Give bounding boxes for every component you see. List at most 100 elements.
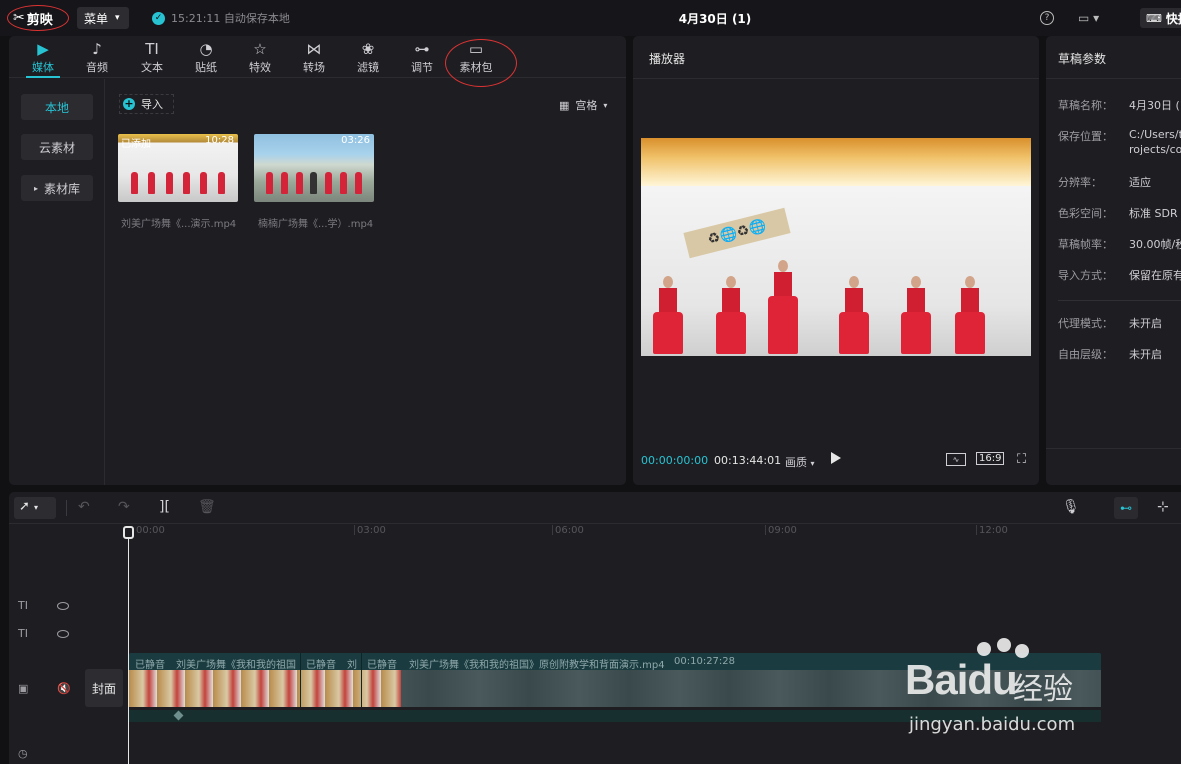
playhead-handle[interactable] (123, 526, 134, 539)
tab-effects[interactable]: ☆ 特效 (233, 39, 287, 77)
baidu-watermark: Baidu 经验 jingyan.baidu.com (905, 638, 1125, 748)
media-panel: ▶ 媒体 ♪ 音频 TI 文本 ◔ 贴纸 ☆ 特效 ⋈ 转场 ❀ 滤镜 ⊶ 调节 ▭ 素材包 本地… (9, 36, 626, 485)
mute-icon[interactable]: 🔇 (57, 682, 71, 695)
audio-icon: ♪ (92, 40, 102, 58)
app-name: 剪映 (26, 12, 53, 28)
adjust-icon: ⊶ (414, 40, 430, 58)
video-dancer (839, 276, 869, 356)
grid-icon: ▦ (559, 98, 570, 112)
audio-track-icon: ◷ (18, 747, 28, 760)
draft-row-framerate: 草稿帧率： 30.00帧/秒 (1058, 236, 1181, 252)
aspect-ratio-button[interactable]: 16:9 (976, 452, 1005, 465)
duration-label: 03:26 (341, 135, 370, 146)
current-timecode: 00:00:00:00 (641, 454, 709, 467)
chevron-down-icon: ▾ (34, 503, 39, 512)
divider (1046, 78, 1181, 79)
layout-icon[interactable]: ▭ ▾ (1078, 11, 1099, 25)
row-label: 草稿帧率： (1058, 238, 1113, 251)
preview-axis-icon[interactable]: ⊹ (1157, 499, 1169, 515)
clip-name: 刘 (347, 660, 357, 671)
undo-icon[interactable]: ↶ (78, 499, 90, 515)
playhead[interactable] (128, 527, 129, 764)
menu-label: 菜单 (84, 11, 109, 26)
effects-icon: ☆ (253, 40, 267, 58)
draft-row-colorspace: 色彩空间： 标准 SDR - (1058, 205, 1181, 221)
sidebar-item-cloud[interactable]: 云素材 (21, 134, 93, 160)
magnet-toggle[interactable]: ⊷ (1114, 497, 1138, 519)
waveform-icon[interactable]: ∿ (946, 453, 966, 466)
transition-icon: ⋈ (306, 40, 322, 58)
row-value: 未开启 (1129, 317, 1162, 330)
media-caption: 刘美广场舞《...演示.mp4 (121, 219, 237, 230)
keyboard-icon: ⌨ (1146, 11, 1162, 25)
select-tool-dropdown[interactable]: ➚ ▾ (14, 497, 56, 519)
play-icon[interactable] (831, 452, 841, 464)
tab-transitions[interactable]: ⋈ 转场 (287, 39, 341, 77)
media-sidebar: 本地 云素材 ▸ 素材库 (9, 79, 105, 485)
clip-name: 刘美广场舞《我和我的祖国 (176, 660, 296, 671)
sidebar-item-local[interactable]: 本地 (21, 94, 93, 120)
row-value: 保留在原有 (1129, 269, 1181, 282)
divider (1046, 448, 1181, 449)
tab-filters[interactable]: ❀ 滤镜 (341, 39, 395, 77)
microphone-icon[interactable]: 🎙 (1062, 499, 1080, 515)
video-dancer (716, 276, 746, 356)
clip-muted-label: 已静音 (135, 660, 165, 671)
ruler-tick (354, 525, 355, 535)
tab-stickers[interactable]: ◔ 贴纸 (179, 39, 233, 77)
video-dancer (653, 276, 683, 356)
row-label: 代理模式： (1058, 317, 1113, 330)
tab-text[interactable]: TI 文本 (125, 39, 179, 77)
tab-audio[interactable]: ♪ 音频 (70, 39, 124, 77)
app-logo: ✂ 剪映 (7, 5, 69, 31)
row-value: 30.00帧/秒 (1129, 238, 1181, 251)
media-thumbnail[interactable]: 已添加 10:28 (118, 134, 238, 202)
clip-duration: 00:10:27:28 (674, 656, 736, 667)
shortcut-button[interactable]: ⌨ 快捷 (1140, 8, 1181, 28)
video-roof (641, 138, 1031, 186)
view-label: 宫格 (575, 99, 598, 112)
view-mode-dropdown[interactable]: ▦ 宫格 ▾ (559, 97, 607, 113)
media-thumbnail[interactable]: 03:26 (254, 134, 374, 202)
draft-row-proxy: 代理模式： 未开启 (1058, 315, 1181, 331)
media-caption: 楠楠广场舞《...学）.mp4 (258, 219, 374, 230)
row-label: 草稿名称： (1058, 99, 1113, 112)
tab-label: 转场 (303, 61, 325, 74)
autosave-text: 15:21:11 自动保存本地 (171, 12, 290, 25)
eye-icon[interactable] (57, 602, 69, 610)
cover-button[interactable]: 封面 (85, 669, 123, 707)
shortcut-label: 快捷 (1165, 11, 1181, 26)
total-timecode: 00:13:44:01 (714, 454, 782, 467)
clip-muted-label: 已静音 (306, 660, 336, 671)
watermark-cn: 经验 (1013, 672, 1073, 707)
annotation-ellipse (445, 39, 517, 87)
help-icon[interactable]: ? (1040, 11, 1054, 25)
timeline-toolbar: ➚ ▾ ↶ ↷ ][ 🗑 🎙 ⊷ ⊹ (9, 492, 1181, 524)
row-label: 色彩空间： (1058, 207, 1113, 220)
divider (1058, 300, 1181, 301)
video-preview[interactable]: ♻🌐♻🌐 (641, 138, 1031, 356)
capcut-logo-icon: ✂ (13, 10, 25, 26)
video-dancer (768, 260, 798, 356)
split-icon[interactable]: ][ (159, 499, 170, 515)
cursor-icon: ➚ (19, 499, 30, 514)
autosave-status: ✓ 15:21:11 自动保存本地 (152, 10, 290, 26)
text-icon: TI (145, 40, 159, 58)
watermark-brand-text: Bai (905, 656, 968, 703)
main-menu-button[interactable]: 菜单 ▾ (77, 7, 129, 29)
redo-icon[interactable]: ↷ (118, 499, 130, 515)
divider (633, 78, 1039, 79)
asset-tabs: ▶ 媒体 ♪ 音频 TI 文本 ◔ 贴纸 ☆ 特效 ⋈ 转场 ❀ 滤镜 ⊶ 调节 ▭ 素材包 (9, 36, 626, 87)
eye-icon[interactable] (57, 630, 69, 638)
ruler-tick (552, 525, 553, 535)
delete-icon[interactable]: 🗑 (198, 499, 216, 515)
tab-media[interactable]: ▶ 媒体 (16, 39, 70, 78)
ruler-label: 03:00 (357, 525, 386, 536)
draft-row-import-mode: 导入方式： 保留在原有 (1058, 267, 1181, 283)
import-button[interactable]: + 导入 (119, 94, 174, 114)
tab-adjust[interactable]: ⊶ 调节 (395, 39, 449, 77)
fullscreen-icon[interactable]: ⛶ (1017, 452, 1026, 467)
sidebar-item-library[interactable]: ▸ 素材库 (21, 175, 93, 201)
quality-dropdown[interactable]: 画质 ▾ (785, 454, 815, 470)
tab-label: 媒体 (32, 61, 54, 74)
